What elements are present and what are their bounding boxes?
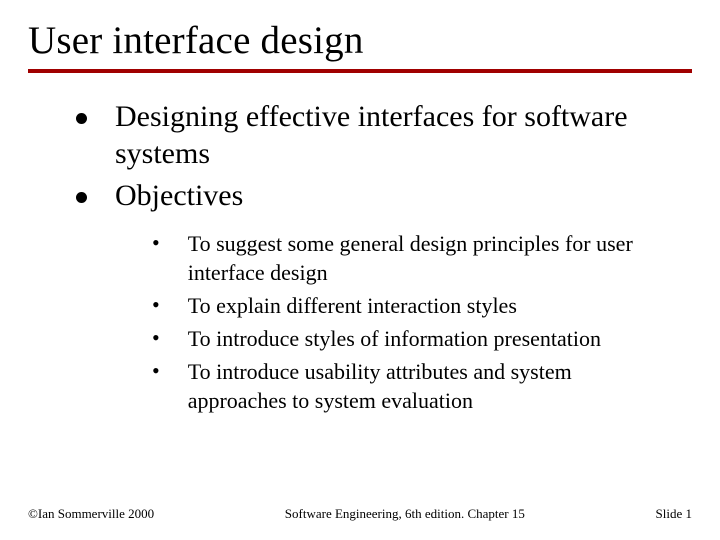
bullet-list-level1: Designing effective interfaces for softw… xyxy=(76,99,672,215)
slide: User interface design Designing effectiv… xyxy=(0,0,720,540)
title-underline xyxy=(28,69,692,73)
list-item-text: To introduce styles of information prese… xyxy=(188,324,601,353)
list-item: Objectives xyxy=(76,178,672,215)
list-item-text: Designing effective interfaces for softw… xyxy=(115,99,672,172)
slide-title: User interface design xyxy=(28,18,692,63)
list-item-text: Objectives xyxy=(115,178,243,215)
bullet-dot-icon: • xyxy=(152,357,160,386)
footer-slide-num: Slide 1 xyxy=(656,506,692,522)
list-item-text: To suggest some general design principle… xyxy=(188,229,672,287)
slide-footer: ©Ian Sommerville 2000 Software Engineeri… xyxy=(0,506,720,522)
bullet-list-level2-wrap: • To suggest some general design princip… xyxy=(76,229,672,415)
footer-copyright: ©Ian Sommerville 2000 xyxy=(28,506,154,522)
footer-book: Software Engineering, 6th edition. Chapt… xyxy=(154,506,655,522)
list-item: Designing effective interfaces for softw… xyxy=(76,99,672,172)
bullet-list-level2: • To suggest some general design princip… xyxy=(152,229,672,415)
list-item: • To explain different interaction style… xyxy=(152,291,672,320)
list-item: • To suggest some general design princip… xyxy=(152,229,672,287)
bullet-dot-icon: • xyxy=(152,324,160,353)
list-item: • To introduce styles of information pre… xyxy=(152,324,672,353)
slide-body: Designing effective interfaces for softw… xyxy=(28,99,692,415)
bullet-icon xyxy=(76,113,87,124)
list-item: • To introduce usability attributes and … xyxy=(152,357,672,415)
list-item-text: To explain different interaction styles xyxy=(188,291,517,320)
bullet-dot-icon: • xyxy=(152,291,160,320)
bullet-dot-icon: • xyxy=(152,229,160,258)
bullet-icon xyxy=(76,192,87,203)
list-item-text: To introduce usability attributes and sy… xyxy=(188,357,672,415)
